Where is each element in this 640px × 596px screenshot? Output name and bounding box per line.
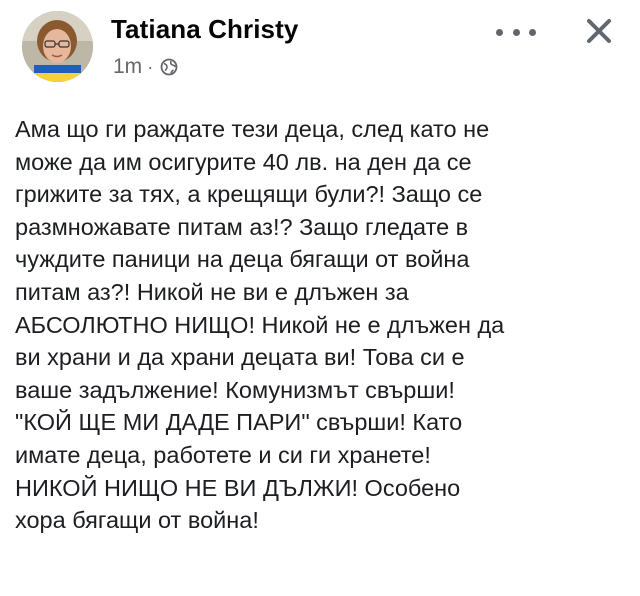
author-avatar[interactable] <box>22 11 93 82</box>
more-dot <box>529 28 536 36</box>
profile-photo-icon <box>22 11 93 82</box>
more-dot <box>496 28 503 36</box>
more-dot <box>512 28 520 36</box>
globe-icon[interactable] <box>160 58 178 76</box>
post-meta: 1m · <box>113 55 178 79</box>
meta-separator: · <box>147 56 154 77</box>
author-name[interactable]: Tatiana Christy <box>111 14 298 45</box>
facebook-post: Tatiana Christy 1m · Ама що ги раждате т… <box>0 0 640 596</box>
post-timestamp[interactable]: 1m <box>113 55 142 79</box>
more-options-icon[interactable] <box>496 22 536 42</box>
close-icon[interactable] <box>581 13 617 49</box>
post-text: Ама що ги раждате тези деца, след като н… <box>15 116 505 534</box>
